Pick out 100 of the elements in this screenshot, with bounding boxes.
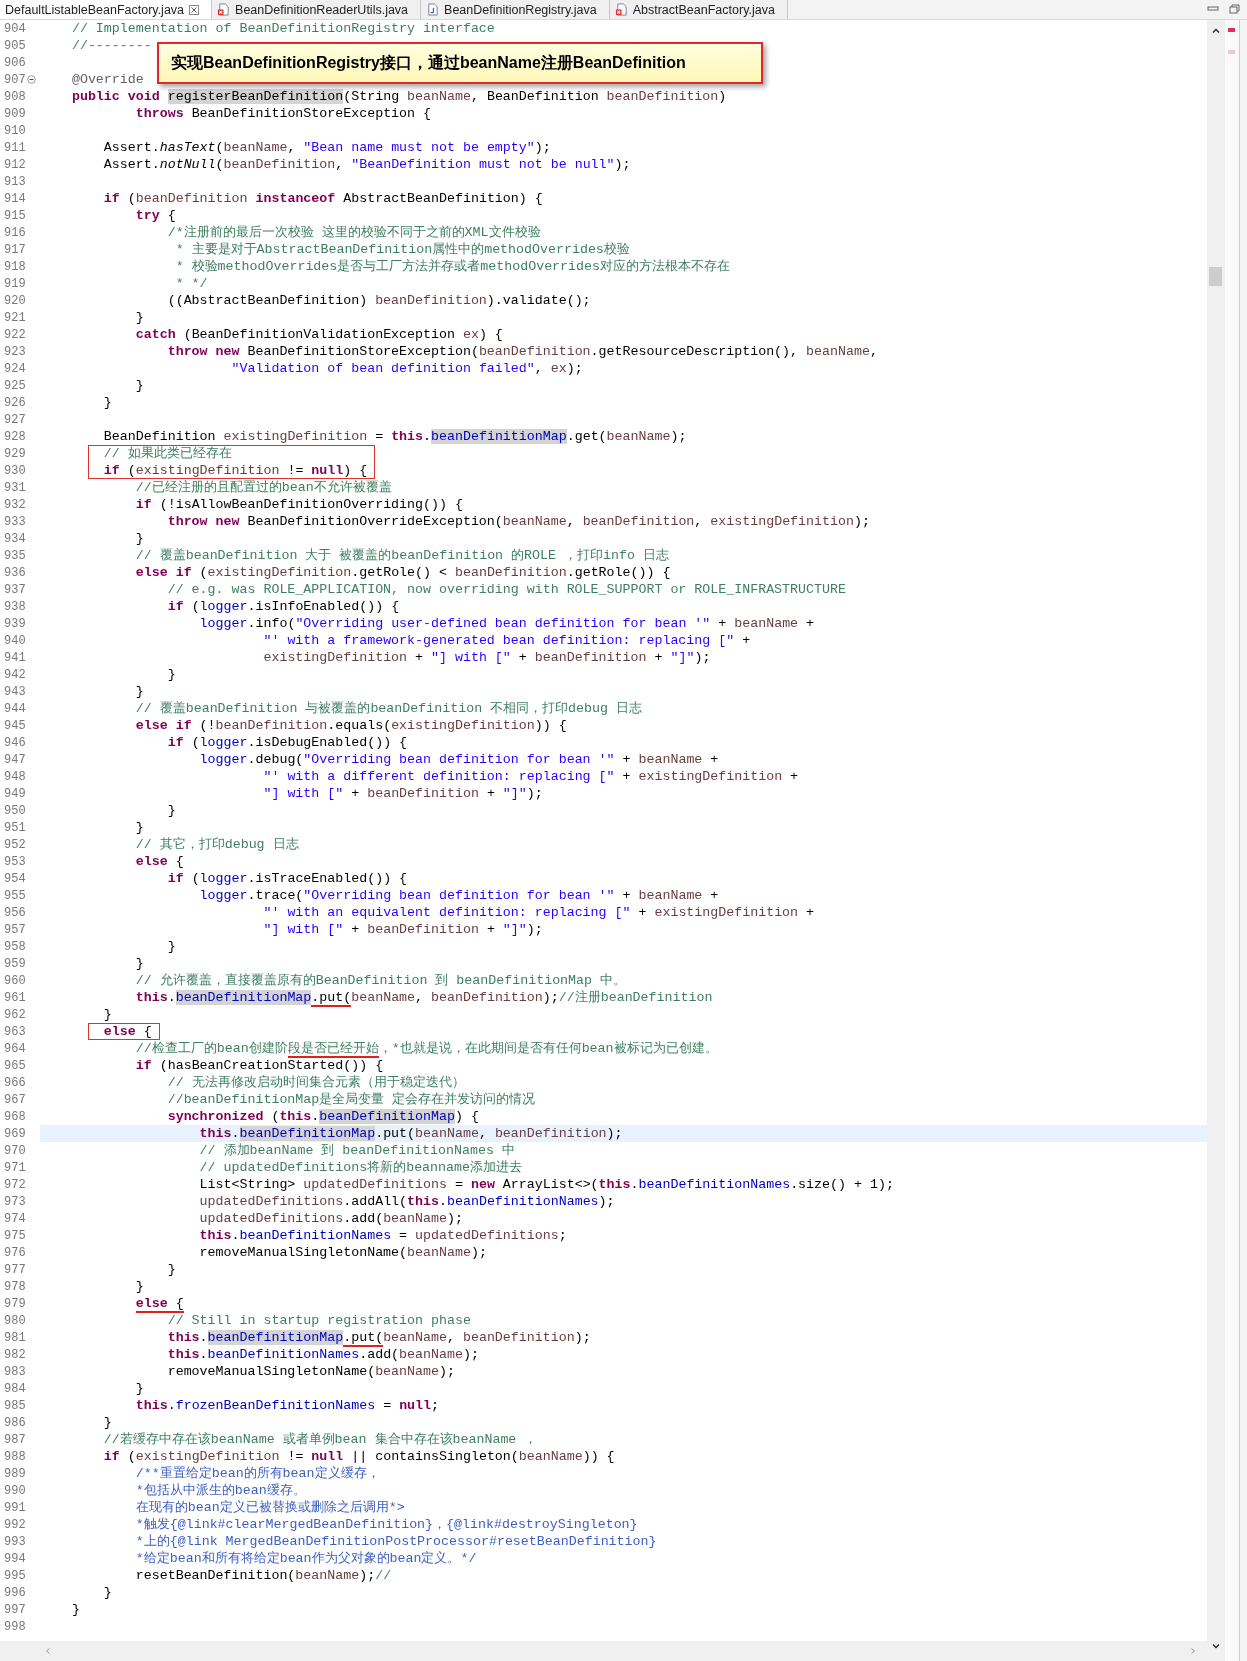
line-number: 958 — [3, 939, 26, 954]
line-number: 955 — [3, 888, 26, 903]
code-line: } — [102, 394, 112, 411]
code-line: /**重置给定bean的所有bean定义缓存， — [134, 1465, 380, 1482]
code-line: } — [102, 1584, 112, 1601]
line-number: 970 — [3, 1143, 26, 1158]
scroll-down-icon[interactable] — [1210, 1641, 1221, 1651]
line-number: 973 — [3, 1194, 26, 1209]
line-number: 985 — [3, 1398, 26, 1413]
java-file-icon — [426, 3, 440, 16]
editor-tab[interactable]: DefaultListableBeanFactory.java — [0, 0, 213, 19]
line-number: 911 — [3, 140, 26, 155]
line-number: 942 — [3, 667, 26, 682]
line-number: 986 — [3, 1415, 26, 1430]
code-line: "Validation of bean definition failed", ex); — [230, 360, 583, 377]
line-number: 935 — [3, 548, 26, 563]
line-number: 947 — [3, 752, 26, 767]
error-marker[interactable] — [1228, 28, 1235, 32]
code-line: else { — [134, 853, 184, 870]
code-line: synchronized (this.beanDefinitionMap) { — [166, 1108, 479, 1125]
line-number: 987 — [3, 1432, 26, 1447]
code-line: @Override — [70, 71, 144, 88]
code-line: *上的{@link MergedBeanDefinitionPostProcessor#resetBeanDefinition} — [134, 1533, 657, 1550]
code-line: if (logger.isDebugEnabled()) { — [166, 734, 408, 751]
line-number: 984 — [3, 1381, 26, 1396]
code-line: List<String> updatedDefinitions = new ArrayList<>(this.beanDefinitionNames.size() + 1); — [198, 1176, 894, 1193]
line-number: 978 — [3, 1279, 26, 1294]
collapse-icon[interactable] — [26, 75, 36, 84]
code-line: this.beanDefinitionMap.put(beanName, beanDefinition); — [198, 1125, 623, 1142]
code-line: try { — [134, 207, 176, 224]
line-number: 988 — [3, 1449, 26, 1464]
code-line: // 允许覆盖，直接覆盖原有的BeanDefinition 到 beanDefinitionMap 中。 — [134, 972, 626, 989]
code-line: 在现有的bean定义已被替换或删除之后调用*> — [134, 1499, 405, 1516]
code-line: } — [134, 1278, 144, 1295]
line-number: 949 — [3, 786, 26, 801]
code-line: *包括从中派生的bean缓存。 — [134, 1482, 306, 1499]
minimize-icon[interactable] — [1207, 4, 1219, 14]
line-number: 963 — [3, 1024, 26, 1039]
code-line: //检查工厂的bean创建阶段是否已经开始，*也就是说，在此期间是否有任何bean被标记为已创建。 — [134, 1040, 718, 1057]
code-line: // 添加beanName 到 beanDefinitionNames 中 — [198, 1142, 515, 1159]
line-number: 962 — [3, 1007, 26, 1022]
line-number: 952 — [3, 837, 26, 852]
scroll-up-icon[interactable] — [1210, 26, 1221, 36]
scroll-right-icon[interactable] — [1189, 1647, 1197, 1655]
line-number: 960 — [3, 973, 26, 988]
line-number: 965 — [3, 1058, 26, 1073]
line-number: 939 — [3, 616, 26, 631]
code-line: } — [102, 1006, 112, 1023]
code-line: } — [102, 1414, 112, 1431]
code-line: resetBeanDefinition(beanName);// — [134, 1567, 392, 1584]
close-icon[interactable] — [189, 4, 200, 15]
line-number: 983 — [3, 1364, 26, 1379]
scroll-thumb[interactable] — [1209, 267, 1222, 286]
line-number: 964 — [3, 1041, 26, 1056]
line-number: 904 — [3, 21, 26, 36]
line-number: 913 — [3, 174, 26, 189]
line-number: 981 — [3, 1330, 26, 1345]
code-line: "] with [" + beanDefinition + "]"); — [262, 785, 543, 802]
code-line: else if (!beanDefinition.equals(existingDefinition)) { — [134, 717, 567, 734]
line-number: 968 — [3, 1109, 26, 1124]
line-number: 924 — [3, 361, 26, 376]
code-line: this.beanDefinitionMap.put(beanName, beanDefinition);//注册beanDefinition — [134, 989, 713, 1006]
code-line: updatedDefinitions.addAll(this.beanDefinitionNames); — [198, 1193, 615, 1210]
code-line: else { — [134, 1295, 184, 1312]
code-line: } — [166, 802, 176, 819]
line-number: 936 — [3, 565, 26, 580]
code-line: existingDefinition + "] with [" + beanDefinition + "]"); — [262, 649, 711, 666]
code-line: // e.g. was ROLE_APPLICATION, now overriding with ROLE_SUPPORT or ROLE_INFRASTRUCTURE — [166, 581, 846, 598]
code-line: } — [134, 683, 144, 700]
line-number: 910 — [3, 123, 26, 138]
code-line: } — [134, 530, 144, 547]
code-line: if (logger.isInfoEnabled()) { — [166, 598, 400, 615]
line-number: 946 — [3, 735, 26, 750]
code-line: } — [70, 1601, 80, 1618]
line-number: 909 — [3, 106, 26, 121]
scroll-left-icon[interactable] — [44, 1647, 52, 1655]
line-number: 977 — [3, 1262, 26, 1277]
code-line: // Implementation of BeanDefinitionRegistry interface — [70, 20, 495, 37]
horizontal-scrollbar[interactable] — [0, 1641, 1207, 1661]
line-number: 998 — [3, 1619, 26, 1634]
code-line: catch (BeanDefinitionValidationException ex) { — [134, 326, 503, 343]
code-line: throw new BeanDefinitionStoreException(beanDefinition.getResourceDescription(), beanName, — [166, 343, 878, 360]
code-line: * */ — [174, 275, 208, 292]
line-number: 907 — [3, 72, 26, 87]
line-number: 996 — [3, 1585, 26, 1600]
line-number: 943 — [3, 684, 26, 699]
code-line: } — [134, 819, 144, 836]
warning-marker[interactable] — [1228, 50, 1235, 54]
line-number: 930 — [3, 463, 26, 478]
line-number: 980 — [3, 1313, 26, 1328]
code-line: } — [166, 1261, 176, 1278]
line-number: 991 — [3, 1500, 26, 1515]
vertical-scrollbar[interactable] — [1207, 20, 1224, 1661]
line-number: 937 — [3, 582, 26, 597]
line-number: 957 — [3, 922, 26, 937]
restore-icon[interactable] — [1229, 4, 1241, 14]
line-number: 979 — [3, 1296, 26, 1311]
code-line: // updatedDefinitions将新的beanname添加进去 — [198, 1159, 522, 1176]
code-line: //beanDefinitionMap是全局变量 定会存在并发访问的情况 — [166, 1091, 536, 1108]
line-number: 953 — [3, 854, 26, 869]
